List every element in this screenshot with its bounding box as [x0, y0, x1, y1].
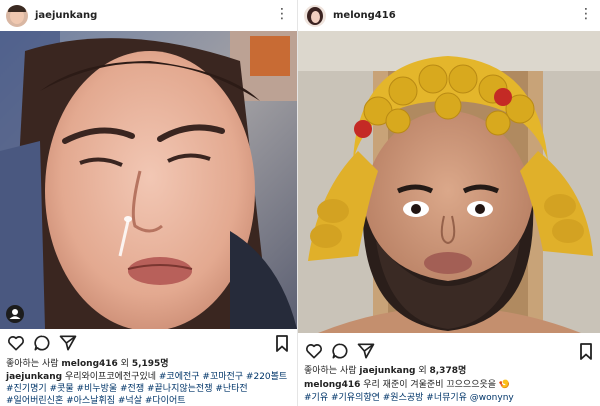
likes-count[interactable]: 8,378명: [430, 366, 467, 376]
caption-hashtags-line-3[interactable]: #일어버린신혼 #아스날휘짐 #넉살 #다이어트: [6, 395, 293, 406]
caption-hashtags[interactable]: #코에전구 #꼬마전구 #220볼트: [159, 372, 287, 382]
post-actions: [298, 341, 600, 363]
caption-line-1: melong416 우리 재준이 겨울준비 끄으으으읏을 🍤: [304, 379, 597, 392]
likes-prefix: 좋아하는 사람: [304, 366, 360, 376]
heart-outline-icon[interactable]: [304, 341, 324, 361]
more-options-icon[interactable]: ⋮: [579, 6, 593, 22]
comment-icon[interactable]: [32, 333, 52, 353]
caption-emoji: 🍤: [498, 380, 511, 390]
likes-mid: 외: [415, 366, 430, 376]
post-photo[interactable]: [298, 31, 600, 333]
post-header: jaejunkang ⋮: [0, 0, 297, 31]
post-actions: [0, 333, 297, 355]
post-username[interactable]: melong416: [333, 10, 396, 21]
likes-count[interactable]: 5,195명: [132, 359, 169, 369]
caption-text: 우리와이프코에전구있네: [62, 372, 159, 382]
caption-text: 우리 재준이 겨울준비 끄으으으읏을: [360, 380, 499, 390]
caption-username[interactable]: jaejunkang: [6, 372, 62, 382]
likes-prefix: 좋아하는 사람: [6, 359, 62, 369]
post-photo[interactable]: [0, 31, 297, 329]
likes-user-link[interactable]: melong416: [61, 359, 117, 369]
woman-face-photo: [0, 31, 297, 329]
bookmark-icon[interactable]: [579, 343, 593, 361]
bookmark-icon[interactable]: [275, 335, 289, 353]
caption-hashtags-line-2[interactable]: #기유 #기유의향연 #원스공방 #너뮤기유 @wonyny: [304, 392, 597, 405]
avatar[interactable]: [304, 4, 326, 27]
heart-outline-icon[interactable]: [6, 333, 26, 353]
post-header: melong416 ⋮: [298, 0, 600, 31]
likes-mid: 외: [117, 359, 132, 369]
likes-line: 좋아하는 사람 jaejunkang 외 8,378명: [304, 365, 597, 378]
right-post: melong416 ⋮ 좋아하는 사람 jaejunkang 외 8,378명 …: [297, 0, 600, 406]
likes-user-link[interactable]: jaejunkang: [359, 366, 415, 376]
left-post: jaejunkang ⋮ 좋아하는 사람 melong416 외 5,195명 …: [0, 0, 297, 406]
more-options-icon[interactable]: ⋮: [275, 6, 289, 22]
share-icon[interactable]: [356, 341, 376, 361]
person-tag-icon[interactable]: [6, 305, 24, 323]
caption-username[interactable]: melong416: [304, 380, 360, 390]
share-icon[interactable]: [58, 333, 78, 353]
comment-icon[interactable]: [330, 341, 350, 361]
likes-line: 좋아하는 사람 melong416 외 5,195명: [6, 358, 293, 371]
yarn-wig-beard-photo: [298, 31, 600, 333]
post-username[interactable]: jaejunkang: [35, 10, 97, 21]
avatar[interactable]: [6, 4, 28, 27]
